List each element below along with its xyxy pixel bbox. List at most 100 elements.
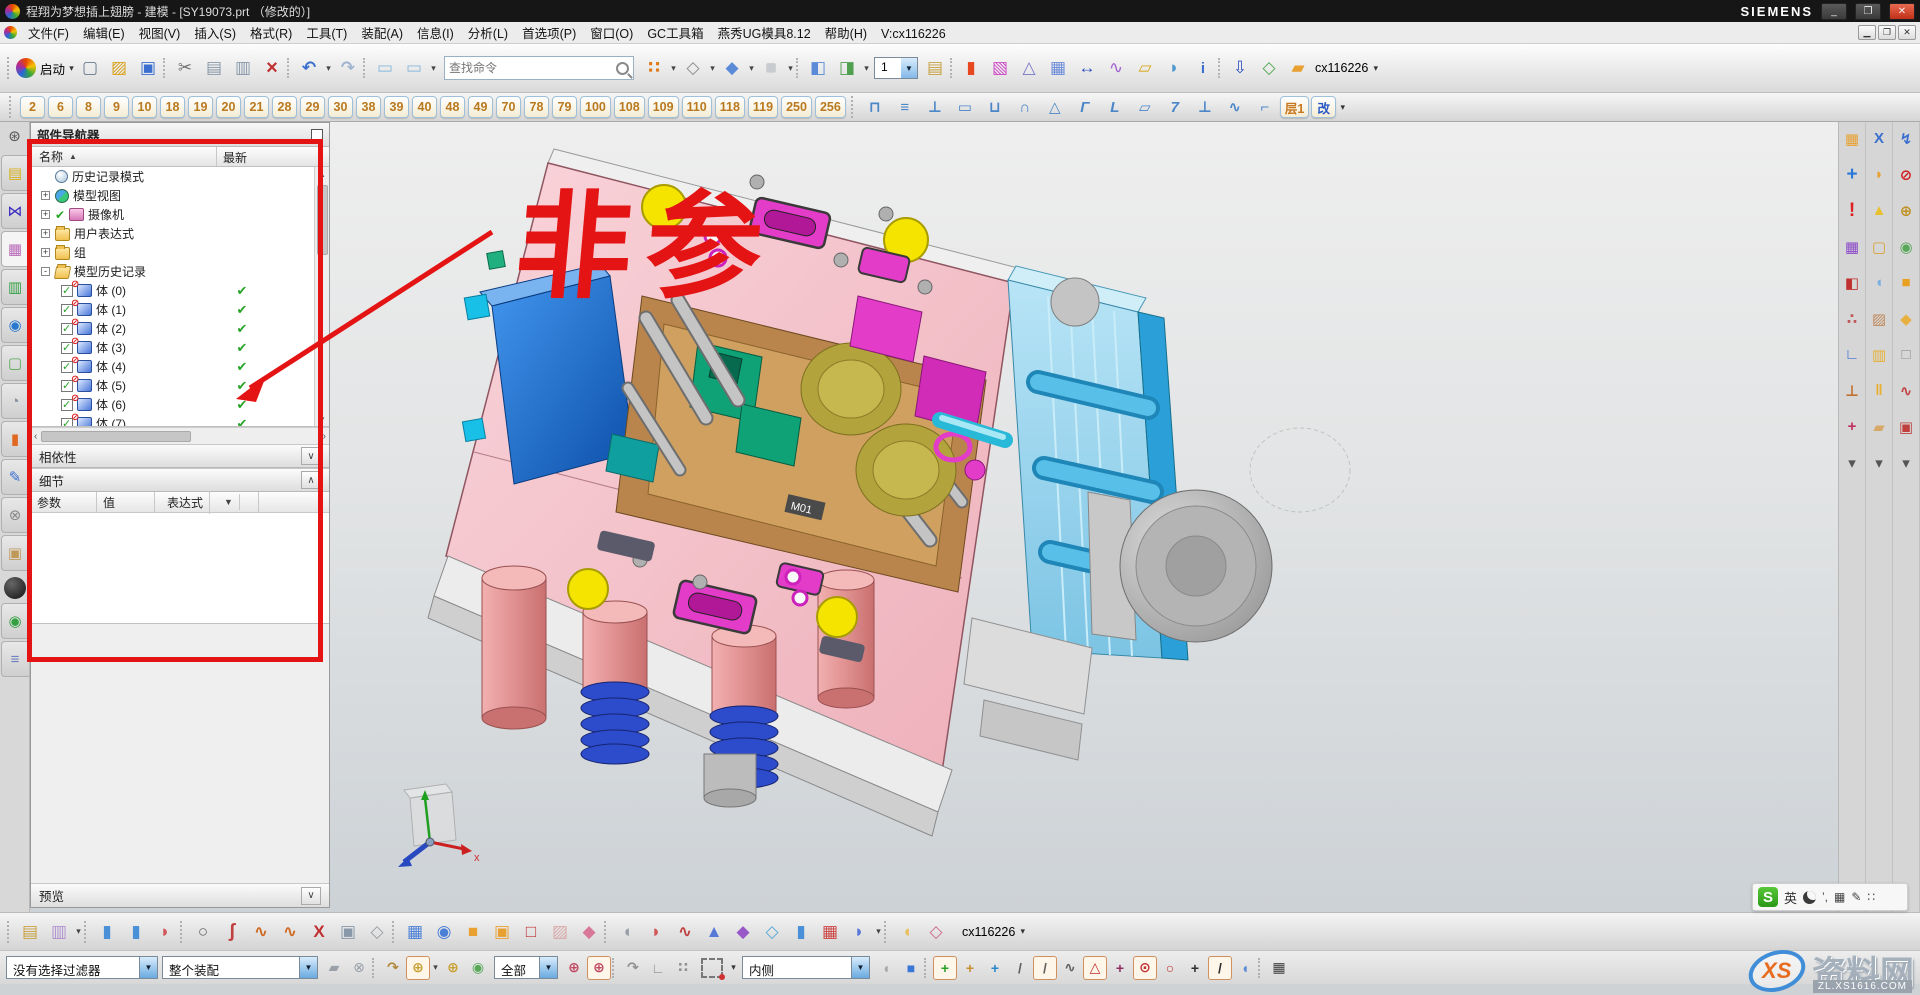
clock-tab[interactable]: ◔ [1, 383, 29, 419]
separator[interactable] [950, 58, 957, 78]
menu-item[interactable]: 插入(S) [187, 25, 243, 43]
modify-button[interactable]: 改 [1311, 96, 1336, 118]
layer-number-button[interactable]: 110 [682, 96, 712, 118]
replace-face-icon[interactable]: ◆ [575, 918, 603, 946]
menu-item[interactable]: 窗口(O) [583, 25, 640, 43]
separator[interactable] [924, 958, 932, 978]
snap-line-icon[interactable]: / [1008, 956, 1032, 980]
move-face-icon[interactable]: ■ [459, 918, 487, 946]
top-plate-icon[interactable]: ▭ [952, 95, 978, 119]
toolbar-grip[interactable] [7, 57, 13, 79]
snap-point-icon[interactable]: ∷ [640, 54, 668, 82]
bolt-box-icon[interactable]: ↯ [1894, 126, 1919, 151]
csys-small-icon[interactable]: ∟ [646, 956, 670, 980]
spring-icon[interactable]: ∿ [1222, 95, 1248, 119]
layer-number-button[interactable]: 40 [412, 96, 437, 118]
slant-plate-icon[interactable]: ▰ [1867, 414, 1892, 439]
separator[interactable] [1258, 958, 1266, 978]
rainbow-surface-icon[interactable]: ▦ [816, 918, 844, 946]
window-new-icon[interactable]: ▭ [400, 54, 428, 82]
mold-base-tall-icon[interactable]: ≡ [892, 95, 918, 119]
col-value[interactable]: 值 [97, 492, 155, 512]
raise-floor-icon[interactable]: ▲ [1867, 198, 1892, 223]
layer-number-button[interactable]: 48 [440, 96, 465, 118]
pan-move-icon[interactable]: + [1840, 162, 1865, 187]
layer-number-button[interactable]: 100 [580, 96, 611, 118]
cavity-arch-icon[interactable]: ∩ [1012, 95, 1038, 119]
scroll-right-icon[interactable]: › [323, 431, 326, 442]
separator[interactable] [363, 58, 370, 78]
undo-icon[interactable]: ↶ [295, 54, 323, 82]
selection-scope-icon[interactable]: ◇ [679, 54, 707, 82]
part-navigator-tab[interactable]: ▦ [1, 231, 29, 267]
separator[interactable] [884, 921, 892, 943]
no-selection-icon[interactable]: ⊘ [1894, 162, 1919, 187]
point-set-icon[interactable]: ∴ [1840, 306, 1865, 331]
selection-scope-dropdown[interactable]: 整个装配 ▼ [162, 956, 318, 979]
separator[interactable] [163, 58, 170, 78]
ejector-icon[interactable]: ⊥ [1192, 95, 1218, 119]
assembly-navigator-tab[interactable]: ▤ [1, 155, 29, 191]
chevron-down-icon[interactable]: ▾ [1338, 102, 1347, 113]
column-icon[interactable]: ▮ [787, 918, 815, 946]
start-menu-label[interactable]: 启动 [40, 59, 65, 78]
expander-icon[interactable] [41, 210, 50, 219]
layer-number-button[interactable]: 29 [300, 96, 325, 118]
layer-number-button[interactable]: 250 [781, 96, 812, 118]
orange-cube-icon[interactable]: ■ [1894, 270, 1919, 295]
runner-icon[interactable]: ⌐ [1252, 95, 1278, 119]
col-parameter[interactable]: 参数 [31, 492, 97, 512]
search-icon[interactable] [616, 62, 629, 75]
chevron-down-icon[interactable]: ∨ [301, 887, 321, 905]
child-minimize-button[interactable]: ▁ [1858, 25, 1876, 40]
snap-line2-icon[interactable]: / [1033, 956, 1057, 980]
search-input[interactable] [449, 61, 616, 75]
chevron-down-icon[interactable]: ▾ [67, 63, 76, 74]
filter-icon[interactable]: ⊕ [441, 956, 465, 980]
tree-item[interactable]: 组 [31, 243, 329, 262]
snap-cyl-icon[interactable]: ◖ [1233, 956, 1257, 980]
layer-number-button[interactable]: 118 [715, 96, 745, 118]
separator[interactable] [796, 58, 803, 78]
ruler-icon[interactable]: ▱ [1131, 54, 1159, 82]
scroll-left-icon[interactable]: ‹ [34, 431, 37, 442]
expander-icon[interactable] [41, 267, 50, 276]
core-house-icon[interactable]: △ [1042, 95, 1068, 119]
save-icon[interactable]: ▣ [134, 54, 162, 82]
insert-l-icon[interactable]: L [1102, 95, 1128, 119]
menu-item[interactable]: 文件(F) [21, 25, 76, 43]
copy-icon[interactable]: ▤ [200, 54, 228, 82]
menu-item[interactable]: 视图(V) [132, 25, 188, 43]
pyramid-icon[interactable]: ▲ [700, 918, 728, 946]
menu-item[interactable]: 燕秀UG模具8.12 [711, 25, 818, 43]
ruled-icon[interactable]: ◇ [922, 918, 950, 946]
user-id-label[interactable]: cx116226 [1315, 61, 1368, 75]
layer1-button[interactable]: 层1 [1280, 96, 1309, 118]
tree-item[interactable]: 用户表达式 [31, 224, 329, 243]
ime-tool-icon[interactable]: ✎ [1851, 890, 1861, 904]
bridge-curve-icon[interactable]: ʃ [218, 918, 246, 946]
separator[interactable] [180, 921, 188, 943]
measure-distance-icon[interactable]: ↔ [1073, 54, 1101, 82]
separator[interactable] [1218, 58, 1225, 78]
layer-number-button[interactable]: 8 [76, 96, 101, 118]
delete-curve-icon[interactable]: X [305, 918, 333, 946]
display-style-icon[interactable]: ■ [757, 54, 785, 82]
layer-number-button[interactable]: 109 [648, 96, 679, 118]
horizontal-scrollbar[interactable]: ‹ › [31, 427, 329, 444]
dropdown-caret[interactable]: ▾ [324, 54, 333, 82]
snap-cross-icon[interactable]: + [1183, 956, 1207, 980]
columns-icon[interactable]: ‖ [1867, 378, 1892, 403]
open-folder-icon[interactable]: ▨ [105, 54, 133, 82]
expander-icon[interactable] [41, 229, 50, 238]
overflow-down-icon[interactable]: ▾ [1894, 450, 1919, 475]
palette-small-icon[interactable]: ◉ [466, 956, 490, 980]
column-latest[interactable]: 最新 [217, 147, 329, 166]
film-icon[interactable]: ▰ [322, 956, 346, 980]
menu-item[interactable]: GC工具箱 [640, 25, 710, 43]
toolbar-grip[interactable] [7, 921, 13, 943]
separator[interactable] [392, 921, 400, 943]
mold-base-small-icon[interactable]: ⊔ [982, 95, 1008, 119]
link-icon[interactable]: ⊗ [347, 956, 371, 980]
dropdown-caret[interactable]: ▾ [429, 54, 438, 82]
